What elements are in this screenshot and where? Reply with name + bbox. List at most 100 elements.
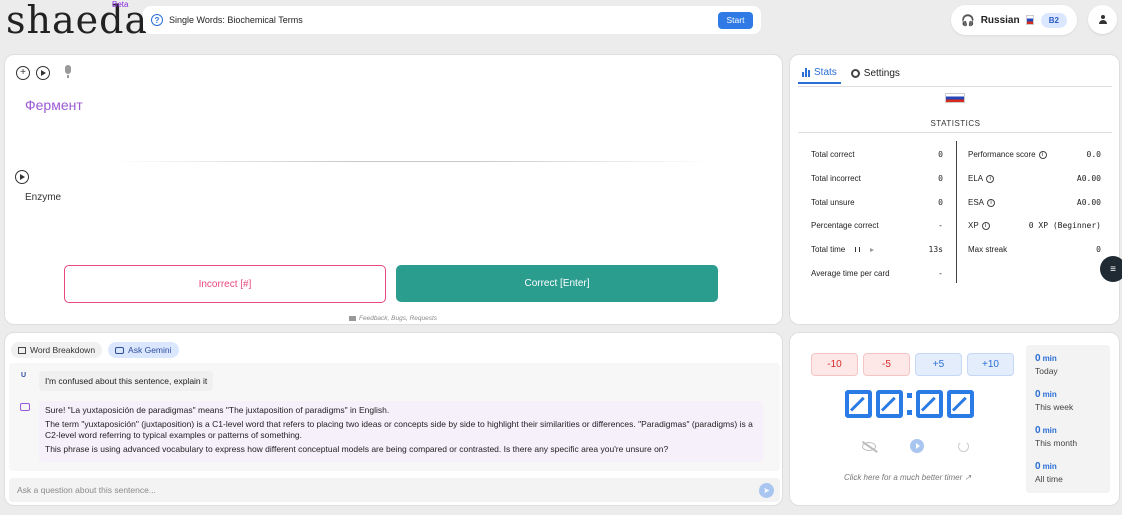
chat-input[interactable] [9,478,780,502]
russia-flag-icon [1025,15,1034,25]
stat-row: Percentage correct - [811,214,943,238]
envelope-icon [349,316,356,321]
stat-value: A0.00 [1076,174,1101,184]
reset-icon[interactable] [958,440,969,452]
language-selector[interactable]: 🎧 Russian B2 [951,5,1077,35]
start-button[interactable]: Start [718,11,753,29]
user-icon [1098,14,1108,25]
tab-stats[interactable]: Stats [798,67,841,84]
time-value: 0 [1035,425,1041,436]
stat-value: 0 [938,197,943,207]
stat-row: ELA i A0.00 [968,167,1101,191]
timer-digit [876,390,903,418]
tab-settings-label: Settings [863,68,900,79]
better-timer-link[interactable]: Click here for a much better timer ↗ [844,473,971,482]
time-label: This month [1035,438,1078,448]
stats-right-column: Performance score i 0.0 ELA i A0.00 ESA i A0.0… [968,143,1101,261]
help-circle-icon[interactable]: ? [151,14,163,26]
time-label: Today [1035,366,1058,376]
tab-ask-gemini[interactable]: Ask Gemini [108,342,179,358]
incorrect-button[interactable]: Incorrect [#] [64,265,386,303]
better-timer-label: Click here for a much better timer [844,473,963,482]
bar-chart-icon [802,68,811,77]
add-icon[interactable]: + [16,66,30,80]
flashcard-panel: + Фермент Enzyme Incorrect [#] Correct [… [4,54,783,325]
language-name: Russian [980,14,1020,26]
time-value: 0 [1035,461,1041,472]
time-stat: 0 min This week [1035,389,1110,425]
gear-icon [850,69,860,78]
chat-history[interactable]: U I'm confused about this sentence, expl… [9,363,780,471]
info-icon[interactable]: i [1038,151,1047,160]
side-menu-toggle-icon[interactable]: ≡ [1100,256,1122,282]
play-word-button[interactable] [36,66,50,80]
info-icon[interactable]: i [987,198,996,207]
play-icon [41,70,46,76]
topic-label[interactable]: Single Words: Biochemical Terms [169,15,718,25]
info-icon[interactable]: i [981,222,990,231]
stat-value: 0.0 [1086,150,1101,160]
bot-message: Sure! "La yuxtaposición de paradigmas" m… [39,401,763,462]
stat-row: Total unsure 0 [811,190,943,214]
stat-value: - [938,221,943,231]
stat-row: Total incorrect 0 [811,167,943,191]
user-avatar: U [21,372,27,379]
feedback-link[interactable]: Feedback, Bugs, Requests [349,315,437,322]
stat-row: Total time 13s [811,238,943,262]
play-timer-button[interactable] [910,439,924,453]
timer-display [845,390,974,418]
tabs-divider [798,86,1112,87]
info-icon[interactable]: i [986,174,995,183]
time-unit: min [1042,462,1057,471]
user-menu-button[interactable] [1088,5,1117,34]
stats-title: STATISTICS [930,119,981,128]
timer-plus-10-button[interactable]: +10 [967,353,1014,376]
time-value: 0 [1035,389,1041,400]
correct-button[interactable]: Correct [Enter] [396,265,718,302]
time-value: 0 [1035,353,1041,364]
time-unit: min [1042,354,1057,363]
time-label: This week [1035,402,1074,412]
feedback-label: Feedback, Bugs, Requests [359,315,438,322]
eye-off-icon[interactable] [862,441,876,451]
timer-minus-5-button[interactable]: -5 [863,353,910,376]
stat-label: Average time per card [811,268,890,278]
timer-plus-5-button[interactable]: +5 [915,353,962,376]
stat-label: Total correct [811,150,855,160]
russia-flag-icon [945,93,965,103]
timer-digit [845,390,872,418]
stat-value: 0 [938,150,943,160]
level-badge[interactable]: B2 [1040,12,1067,28]
stat-row: ESA i A0.00 [968,190,1101,214]
time-unit: min [1042,426,1057,435]
card-divider [113,161,713,162]
tab-stats-label: Stats [814,67,837,78]
timer-digit [916,390,943,418]
timer-colon [907,393,912,415]
tab-settings[interactable]: Settings [850,67,900,84]
play-icon[interactable] [870,247,875,252]
stat-row: Performance score i 0.0 [968,143,1101,167]
stats-left-column: Total correct 0 Total incorrect 0 Total un… [811,143,943,285]
send-arrow-icon: ➤ [763,486,770,495]
bot-avatar-icon [20,403,30,411]
tab-word-breakdown[interactable]: Word Breakdown [11,342,103,358]
stat-row: Max streak 0 [968,238,1101,262]
time-unit: min [1042,390,1057,399]
bot-paragraph: The term "yuxtaposición" (juxtaposition)… [45,419,753,440]
tab-word-breakdown-label: Word Breakdown [30,345,96,355]
stat-label: Percentage correct [811,221,879,231]
play-icon [20,174,25,180]
timer-digit [947,390,974,418]
stats-panel: Stats Settings STATISTICS Total correct 0… [789,54,1120,325]
stat-label: ELA [968,174,984,184]
microphone-icon[interactable] [64,65,72,79]
timer-minus-10-button[interactable]: -10 [811,353,858,376]
time-stat: 0 min This month [1035,425,1110,461]
stat-label: Max streak [968,245,1008,255]
play-translation-button[interactable] [15,170,29,184]
pause-icon[interactable] [855,247,861,253]
send-button[interactable]: ➤ [759,483,774,498]
time-label: All time [1035,474,1063,484]
stat-value: 13s [928,245,943,255]
